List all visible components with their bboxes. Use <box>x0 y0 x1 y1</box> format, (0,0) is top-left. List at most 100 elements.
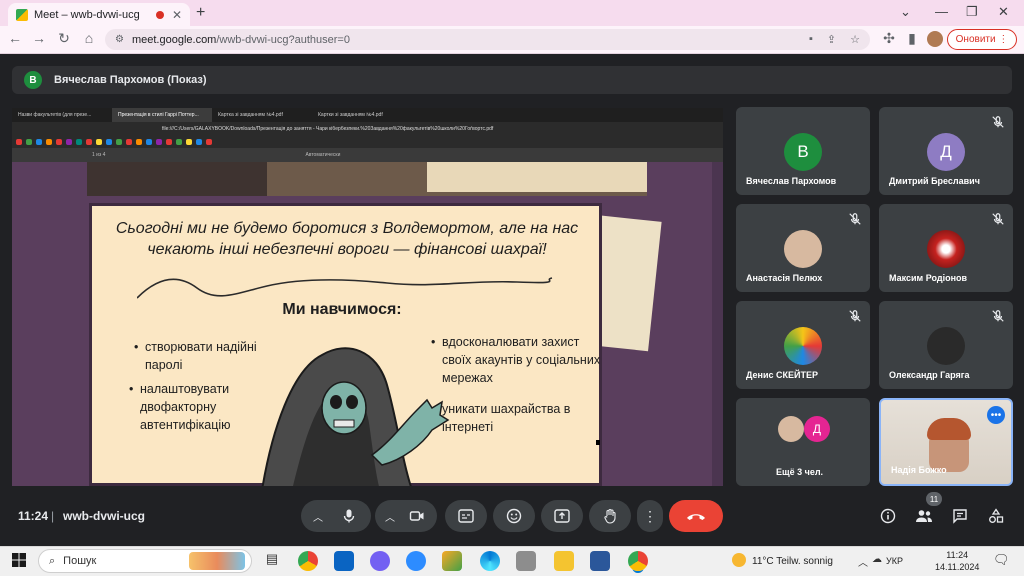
back-arrow-icon[interactable]: ← <box>6 30 24 46</box>
bookmark-icon <box>86 139 92 145</box>
close-tab-icon[interactable]: ✕ <box>172 8 182 22</box>
chat-icon[interactable] <box>950 506 970 526</box>
participant-tile[interactable]: В Вячеслав Пархомов <box>736 107 870 195</box>
participant-avatar: Д <box>804 416 830 442</box>
reactions-button[interactable] <box>493 500 535 532</box>
inner-tab-active: Презентація в стилі Гаррі Поттер... <box>112 108 212 122</box>
shared-screen: Назви факультетів (для презе... Презента… <box>12 108 723 486</box>
participant-avatar: В <box>784 133 822 171</box>
zoom-taskbar-icon[interactable] <box>406 551 426 571</box>
home-icon[interactable]: ⌂ <box>80 30 98 46</box>
camera-indicator-icon[interactable]: ▪ <box>809 33 813 46</box>
taskbar-search[interactable]: ⌕ Пошук <box>38 549 252 573</box>
participant-avatar: Д <box>927 133 965 171</box>
meeting-code: wwb-dvwi-ucg <box>63 509 145 523</box>
participant-name: Вячеслав Пархомов <box>746 176 837 186</box>
language-indicator[interactable]: УКР <box>886 556 903 566</box>
forward-arrow-icon[interactable]: → <box>30 30 48 46</box>
participant-tile[interactable]: Д Дмитрий Бреславич <box>879 107 1013 195</box>
participant-name: Дмитрий Бреславич <box>889 176 980 186</box>
pdf-zoom-select: Автоматически <box>305 152 341 158</box>
bookmark-icon <box>16 139 22 145</box>
new-tab-button[interactable]: + <box>196 4 205 22</box>
browser-tab-meet[interactable]: Meet – wwb-dvwi-ucg ✕ <box>8 3 190 26</box>
address-bar[interactable]: ⚙ meet.google.com /wwb-dvwi-ucg?authuser… <box>105 29 870 50</box>
captions-button[interactable] <box>445 500 487 532</box>
more-vert-icon: ⋮ <box>643 508 657 524</box>
raise-hand-button[interactable] <box>589 500 631 532</box>
leave-call-button[interactable] <box>669 500 723 532</box>
bookmark-icon <box>176 139 182 145</box>
bullet-text: налаштовувати двофакторну автентифікацію <box>140 382 231 432</box>
weather-widget[interactable]: 11°C Teilw. sonnig <box>752 556 833 567</box>
taskbar-clock[interactable]: 11:24 14.11.2024 <box>935 549 979 573</box>
participant-tile[interactable]: Олександр Гаряга <box>879 301 1013 389</box>
app-taskbar-icon[interactable] <box>516 551 536 571</box>
more-participants-label: Ещё 3 чел. <box>776 467 824 477</box>
chevron-up-icon[interactable]: ︿ <box>313 509 323 524</box>
meeting-info-icon[interactable] <box>878 506 898 526</box>
parchment-illustration <box>427 162 647 192</box>
participant-tile[interactable]: Анастасія Пелюх <box>736 204 870 292</box>
self-video-tile[interactable]: ••• Надія Божко <box>879 398 1013 486</box>
bookmark-star-icon[interactable]: ☆ <box>850 33 860 46</box>
hand-icon <box>604 508 616 524</box>
participant-name: Олександр Гаряга <box>889 370 970 380</box>
chrome-taskbar-icon-active[interactable] <box>628 551 648 571</box>
word-taskbar-icon[interactable] <box>590 551 610 571</box>
more-participants-tile[interactable]: Д Ещё 3 чел. <box>736 398 870 486</box>
chevron-up-icon[interactable]: ︿ <box>858 554 868 569</box>
file-explorer-taskbar-icon[interactable] <box>554 551 574 571</box>
edge-taskbar-icon[interactable] <box>480 551 500 571</box>
self-video-hair <box>927 418 971 440</box>
bookmark-icon <box>106 139 112 145</box>
site-info-icon[interactable]: ⚙ <box>115 34 124 45</box>
clock-date: 14.11.2024 <box>935 562 980 572</box>
participant-tile[interactable]: Максим Родіонов <box>879 204 1013 292</box>
bookmark-icon <box>206 139 212 145</box>
update-label: Оновити <box>955 34 996 45</box>
profile-avatar[interactable] <box>927 31 943 47</box>
mic-off-icon <box>849 310 861 322</box>
update-button[interactable]: Оновити ⋮ <box>947 29 1017 50</box>
inner-bookmarks-bar <box>12 136 723 148</box>
activities-icon[interactable] <box>986 506 1006 526</box>
notification-icon[interactable]: 🗨 <box>993 552 1010 568</box>
present-screen-button[interactable] <box>541 500 583 532</box>
camera-control[interactable]: ︿ <box>375 500 437 532</box>
participant-photo <box>784 230 822 268</box>
slide-top-illustration <box>87 162 647 196</box>
task-view-icon[interactable]: ▤ <box>262 551 282 571</box>
inner-tab: Картки зі завданням №4.pdf <box>318 112 383 118</box>
url-path: /wwb-dvwi-ucg?authuser=0 <box>216 33 350 46</box>
windows-start-icon[interactable] <box>12 553 26 567</box>
bookmark-icon <box>76 139 82 145</box>
chevron-up-icon[interactable]: ︿ <box>385 509 395 524</box>
share-icon[interactable]: ⇪ <box>827 33 836 46</box>
chevron-down-icon[interactable]: ⌄ <box>900 4 911 20</box>
participant-tile[interactable]: Денис СКЕЙТЕР <box>736 301 870 389</box>
viber-taskbar-icon[interactable] <box>370 551 390 571</box>
bookmark-icon <box>26 139 32 145</box>
microphone-icon <box>343 509 355 523</box>
book-illustration <box>87 162 267 196</box>
outlook-taskbar-icon[interactable] <box>334 551 354 571</box>
reload-icon[interactable]: ↻ <box>55 30 73 47</box>
more-options-icon[interactable]: ••• <box>987 406 1005 424</box>
mic-control[interactable]: ︿ <box>301 500 371 532</box>
extensions-icon[interactable]: ✣ <box>880 30 898 47</box>
search-highlight-image <box>189 552 245 570</box>
more-options-button[interactable]: ⋮ <box>637 500 663 532</box>
cloud-icon[interactable]: ☁ <box>872 554 882 565</box>
chrome-taskbar-icon[interactable] <box>298 551 318 571</box>
bookmark-icon <box>46 139 52 145</box>
clock-time: 11:24 <box>946 550 969 560</box>
close-window-icon[interactable]: ✕ <box>998 4 1009 20</box>
bookmark-icon <box>146 139 152 145</box>
people-icon[interactable] <box>914 506 934 526</box>
minimize-icon[interactable]: — <box>935 4 948 19</box>
restore-icon[interactable]: ❐ <box>966 4 978 20</box>
bullet-item: • вдосконалювати захист своїх акаунтів у … <box>431 333 602 387</box>
side-panel-icon[interactable]: ▮ <box>903 30 921 47</box>
app-taskbar-icon[interactable] <box>442 551 462 571</box>
